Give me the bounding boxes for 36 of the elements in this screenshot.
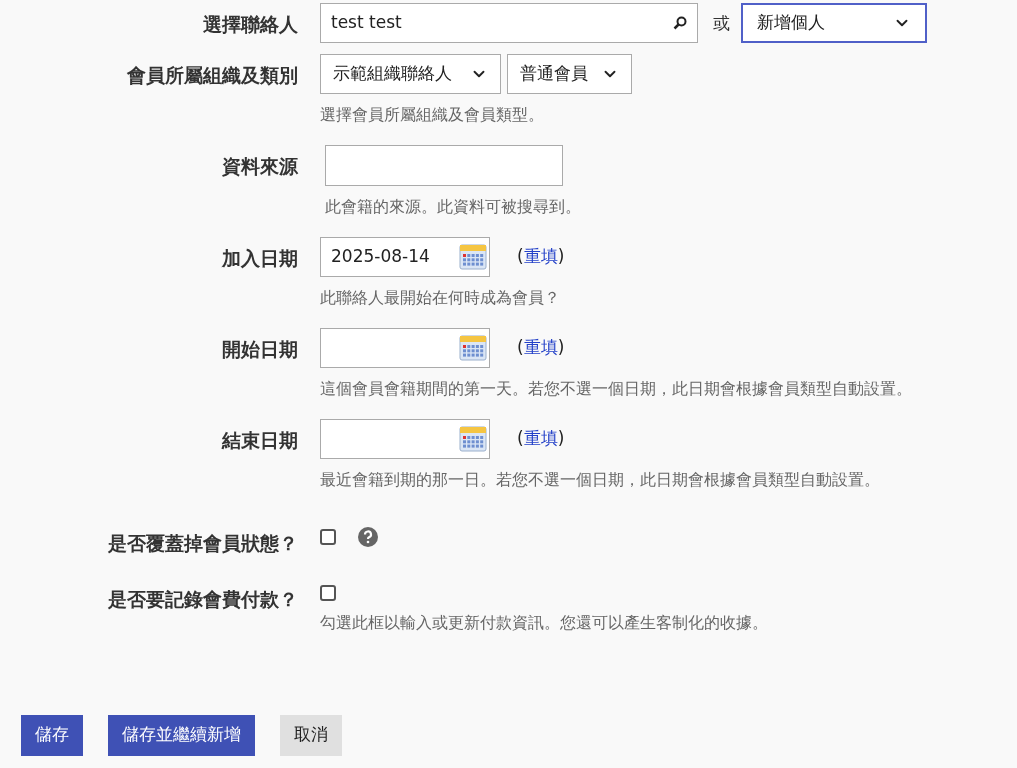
dropdown-select[interactable]: 示範組織聯絡人 <box>320 54 501 94</box>
field-label: 加入日期 <box>222 247 298 269</box>
save-button[interactable]: 儲存 <box>21 714 83 756</box>
field-label: 結束日期 <box>222 429 298 451</box>
reset-link[interactable]: (重填) <box>517 426 565 452</box>
new-contact-select[interactable]: 新增個人 <box>741 3 927 43</box>
cancel-button[interactable]: 取消 <box>280 714 342 756</box>
or-label: 或 <box>713 12 730 35</box>
save-button[interactable]: 儲存並繼續新增 <box>108 714 255 756</box>
calendar-icon[interactable] <box>459 335 487 361</box>
help-text: 最近會籍到期的那一日。若您不選一個日期，此日期會根據會員類型自動設置。 <box>320 469 880 491</box>
field-label: 是否覆蓋掉會員狀態？ <box>108 532 298 554</box>
help-text: 勾選此框以輸入或更新付款資訊。您還可以產生客制化的收據。 <box>320 611 768 634</box>
date-field[interactable] <box>320 328 490 368</box>
date-field[interactable] <box>320 419 490 459</box>
text-input[interactable] <box>325 145 563 186</box>
field-label: 開始日期 <box>222 338 298 360</box>
dropdown-select[interactable]: 普通會員 <box>507 54 632 94</box>
help-text: 此聯絡人最開始在何時成為會員？ <box>320 287 561 309</box>
help-icon[interactable] <box>358 527 378 547</box>
field-label: 是否要記錄會費付款？ <box>108 587 298 610</box>
checkbox[interactable] <box>320 529 336 545</box>
field-label: 選擇聯絡人 <box>203 13 298 35</box>
reset-link[interactable]: (重填) <box>517 244 565 270</box>
date-field[interactable]: 2025-08-14 <box>320 237 490 277</box>
field-label: 資料來源 <box>222 155 298 177</box>
search-icon <box>673 16 687 30</box>
contact-search-field[interactable]: test test <box>320 3 698 43</box>
help-text: 這個會員會籍期間的第一天。若您不選一個日期，此日期會根據會員類型自動設置。 <box>320 378 912 400</box>
help-text: 選擇會員所屬組織及會員類型。 <box>320 104 545 126</box>
help-text: 此會籍的來源。此資料可被搜尋到。 <box>325 196 581 218</box>
checkbox[interactable] <box>320 584 336 601</box>
reset-link[interactable]: (重填) <box>517 335 565 361</box>
calendar-icon[interactable] <box>459 426 487 452</box>
calendar-icon[interactable] <box>459 244 487 270</box>
field-label: 會員所屬組織及類別 <box>127 64 298 86</box>
